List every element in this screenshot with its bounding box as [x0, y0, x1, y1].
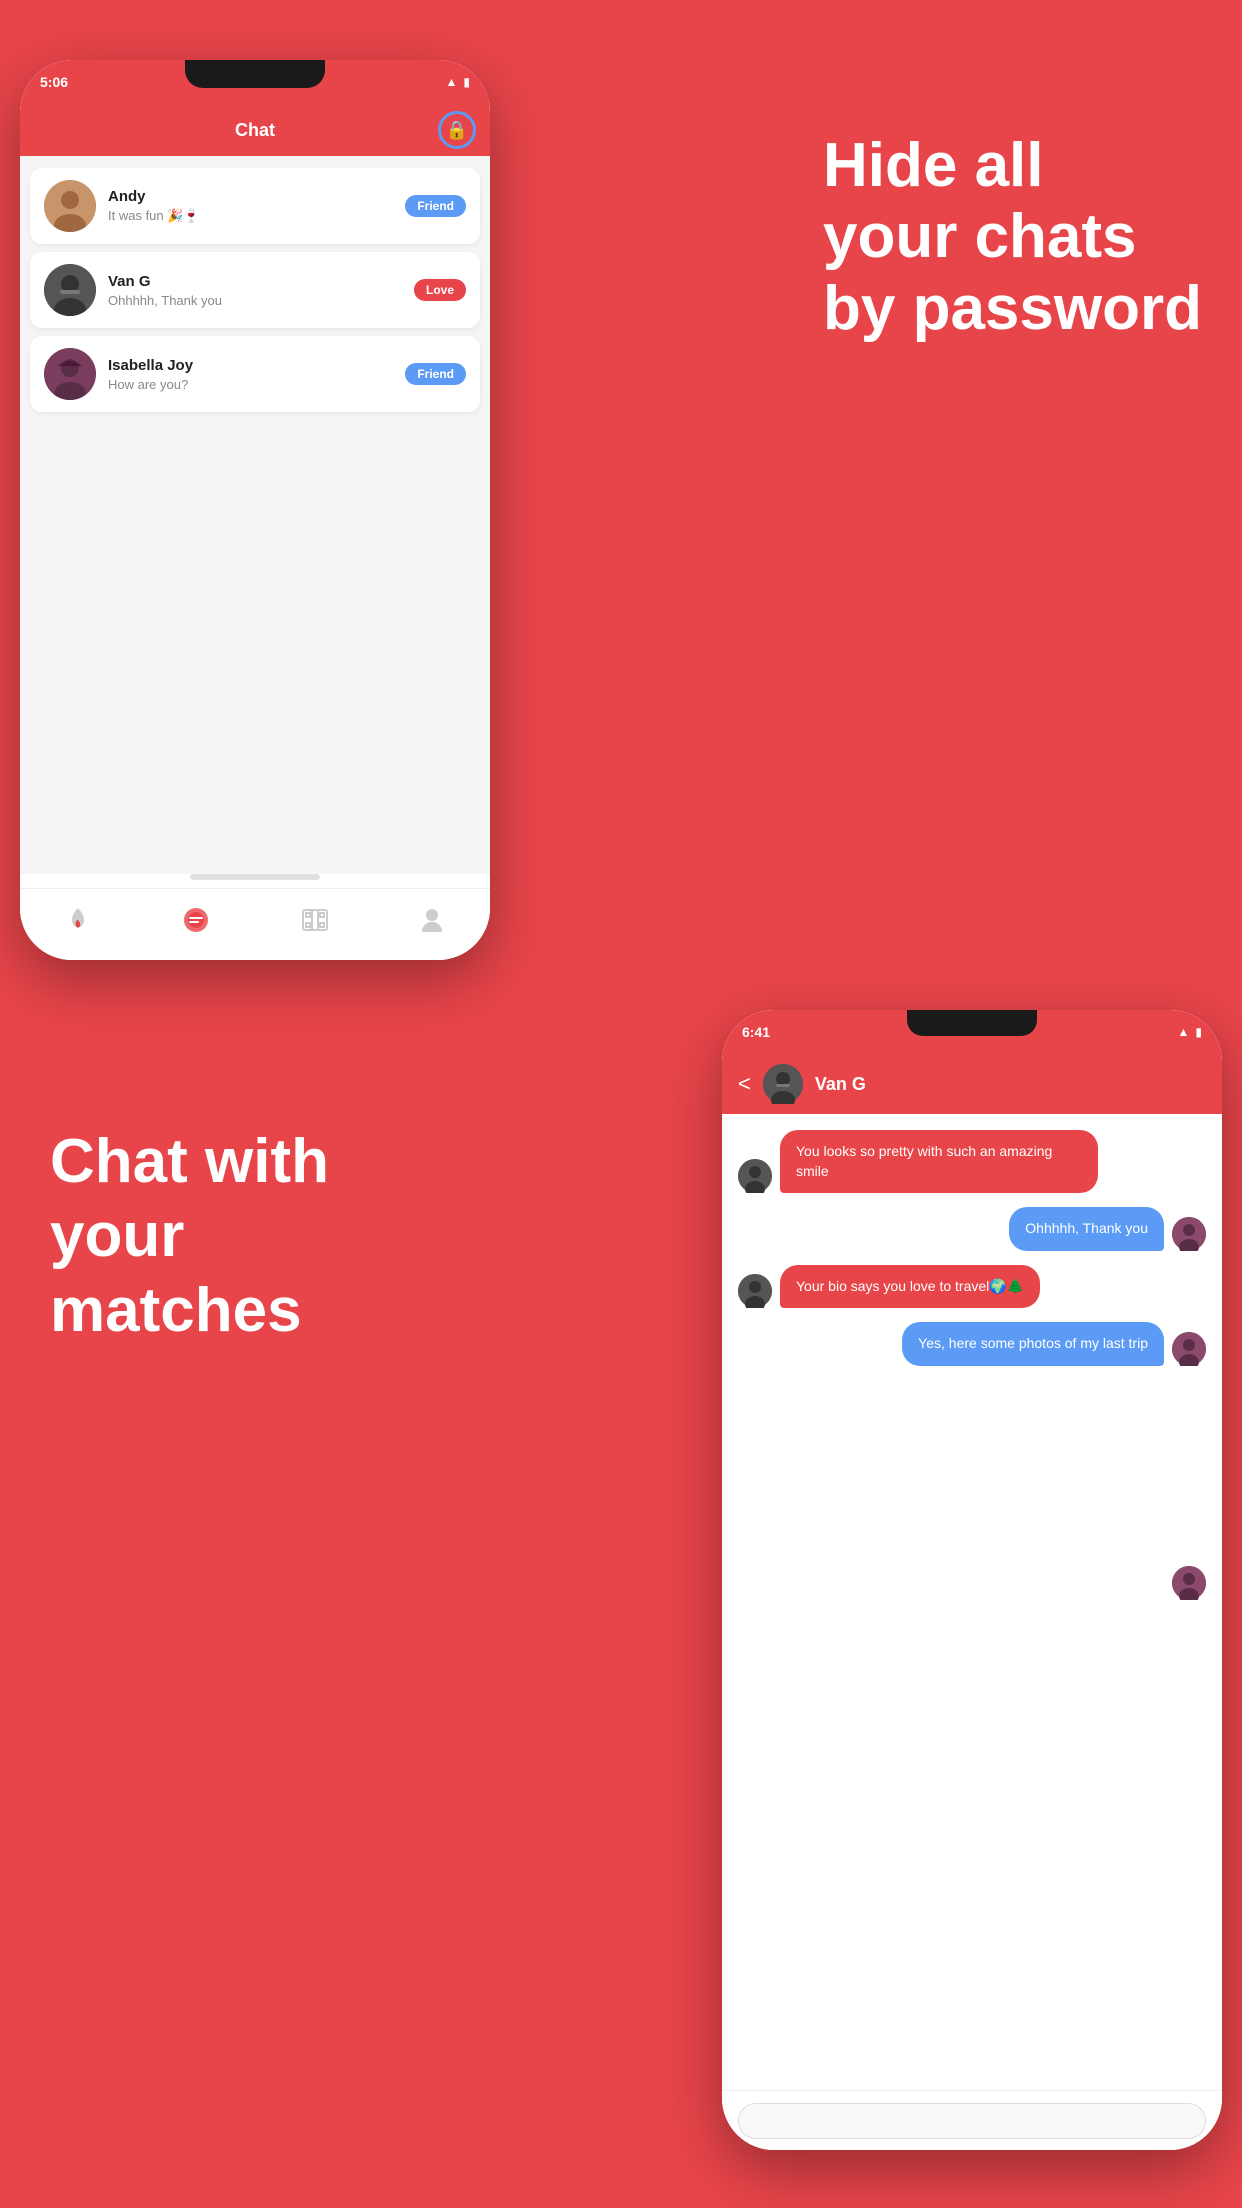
- chat-item-isabella[interactable]: Isabella Joy How are you? Friend: [30, 336, 480, 412]
- chat-name-isabella: Isabella Joy: [108, 357, 393, 374]
- message-row-3: Your bio says you love to travel🌍🌲: [738, 1265, 1206, 1309]
- lock-button[interactable]: 🔒: [438, 111, 476, 149]
- msg-avatar-van-1: [738, 1159, 772, 1193]
- chat-list: Andy It was fun 🎉🍷 Friend: [20, 156, 490, 874]
- chat-preview-van: Ohhhhh, Thank you: [108, 293, 402, 308]
- avatar-andy: [44, 180, 96, 232]
- message-row-photo: 🧍: [738, 1380, 1206, 1600]
- nav-film[interactable]: [302, 909, 328, 931]
- status-time-bottom: 6:41: [742, 1024, 770, 1040]
- msg-bubble-2: Ohhhhh, Thank you: [1009, 1207, 1164, 1251]
- msg-bubble-1: You looks so pretty with such an amazing…: [780, 1130, 1098, 1193]
- message-row-4: Yes, here some photos of my last trip: [738, 1322, 1206, 1366]
- home-indicator-top: [190, 874, 320, 880]
- bottom-line1: Chat with: [50, 1125, 329, 1199]
- lock-icon: 🔒: [446, 120, 468, 141]
- chat-content-van: Van G Ohhhhh, Thank you: [108, 273, 402, 308]
- message-row-1: You looks so pretty with such an amazing…: [738, 1130, 1206, 1193]
- chat-header-bottom: < Van G: [722, 1054, 1222, 1114]
- bottom-nav-chat: [722, 2090, 1222, 2150]
- bottom-nav-top: [20, 888, 490, 960]
- status-bar-bottom: 6:41 ▲ ▮: [722, 1010, 1222, 1054]
- messages-area: You looks so pretty with such an amazing…: [722, 1114, 1222, 2090]
- notch-inner: [907, 1010, 1037, 1036]
- avatar-van: [44, 264, 96, 316]
- status-icons-top: ▲ ▮: [446, 75, 471, 89]
- badge-van: Love: [414, 279, 466, 301]
- msg-avatar-van-2: [738, 1274, 772, 1308]
- nav-profile[interactable]: [420, 906, 444, 934]
- chat-name-andy: Andy: [108, 188, 393, 205]
- msg-bubble-3: Your bio says you love to travel🌍🌲: [780, 1265, 1040, 1309]
- message-row-2: Ohhhhh, Thank you: [738, 1207, 1206, 1251]
- app-title: Chat: [235, 120, 275, 141]
- bottom-line2: your: [50, 1199, 329, 1273]
- badge-andy: Friend: [405, 195, 466, 217]
- notch-top: [185, 60, 325, 88]
- chat-item-andy[interactable]: Andy It was fun 🎉🍷 Friend: [30, 168, 480, 244]
- chat-name-van: Van G: [108, 273, 402, 290]
- back-button[interactable]: <: [738, 1071, 751, 1097]
- msg-avatar-me-2: [1172, 1332, 1206, 1366]
- app-header: Chat 🔒: [20, 104, 490, 156]
- chat-content-andy: Andy It was fun 🎉🍷: [108, 188, 393, 224]
- msg-bubble-4: Yes, here some photos of my last trip: [902, 1322, 1164, 1366]
- chat-person-name: Van G: [815, 1074, 866, 1095]
- headline-line3: by password: [823, 273, 1202, 344]
- battery-icon-b: ▮: [1195, 1025, 1202, 1039]
- headline-text: Hide all your chats by password: [823, 130, 1202, 344]
- chat-content-isabella: Isabella Joy How are you?: [108, 357, 393, 392]
- wifi-icon: ▲: [446, 75, 458, 89]
- message-input[interactable]: [738, 2103, 1206, 2139]
- bottom-line3: matches: [50, 1274, 329, 1348]
- bottom-left-text: Chat with your matches: [50, 1125, 329, 1348]
- avatar-isabella: [44, 348, 96, 400]
- msg-avatar-me-1: [1172, 1217, 1206, 1251]
- phone-top: 5:06 ▲ ▮ Chat 🔒: [20, 60, 490, 960]
- headline-line1: Hide all: [823, 130, 1202, 201]
- nav-flame[interactable]: [66, 906, 90, 934]
- status-icons-bottom: ▲ ▮: [1178, 1025, 1203, 1039]
- avatar-van-chat: [763, 1064, 803, 1104]
- battery-icon: ▮: [463, 75, 470, 89]
- status-time-top: 5:06: [40, 74, 68, 90]
- msg-avatar-me-3: [1172, 1566, 1206, 1600]
- chat-item-van[interactable]: Van G Ohhhhh, Thank you Love: [30, 252, 480, 328]
- headline-line2: your chats: [823, 201, 1202, 272]
- chat-preview-andy: It was fun 🎉🍷: [108, 208, 393, 224]
- nav-chat[interactable]: [182, 906, 210, 934]
- badge-isabella: Friend: [405, 363, 466, 385]
- phone-bottom: 6:41 ▲ ▮ < Van G: [722, 1010, 1222, 2150]
- wifi-icon-b: ▲: [1178, 1025, 1190, 1039]
- chat-preview-isabella: How are you?: [108, 377, 393, 392]
